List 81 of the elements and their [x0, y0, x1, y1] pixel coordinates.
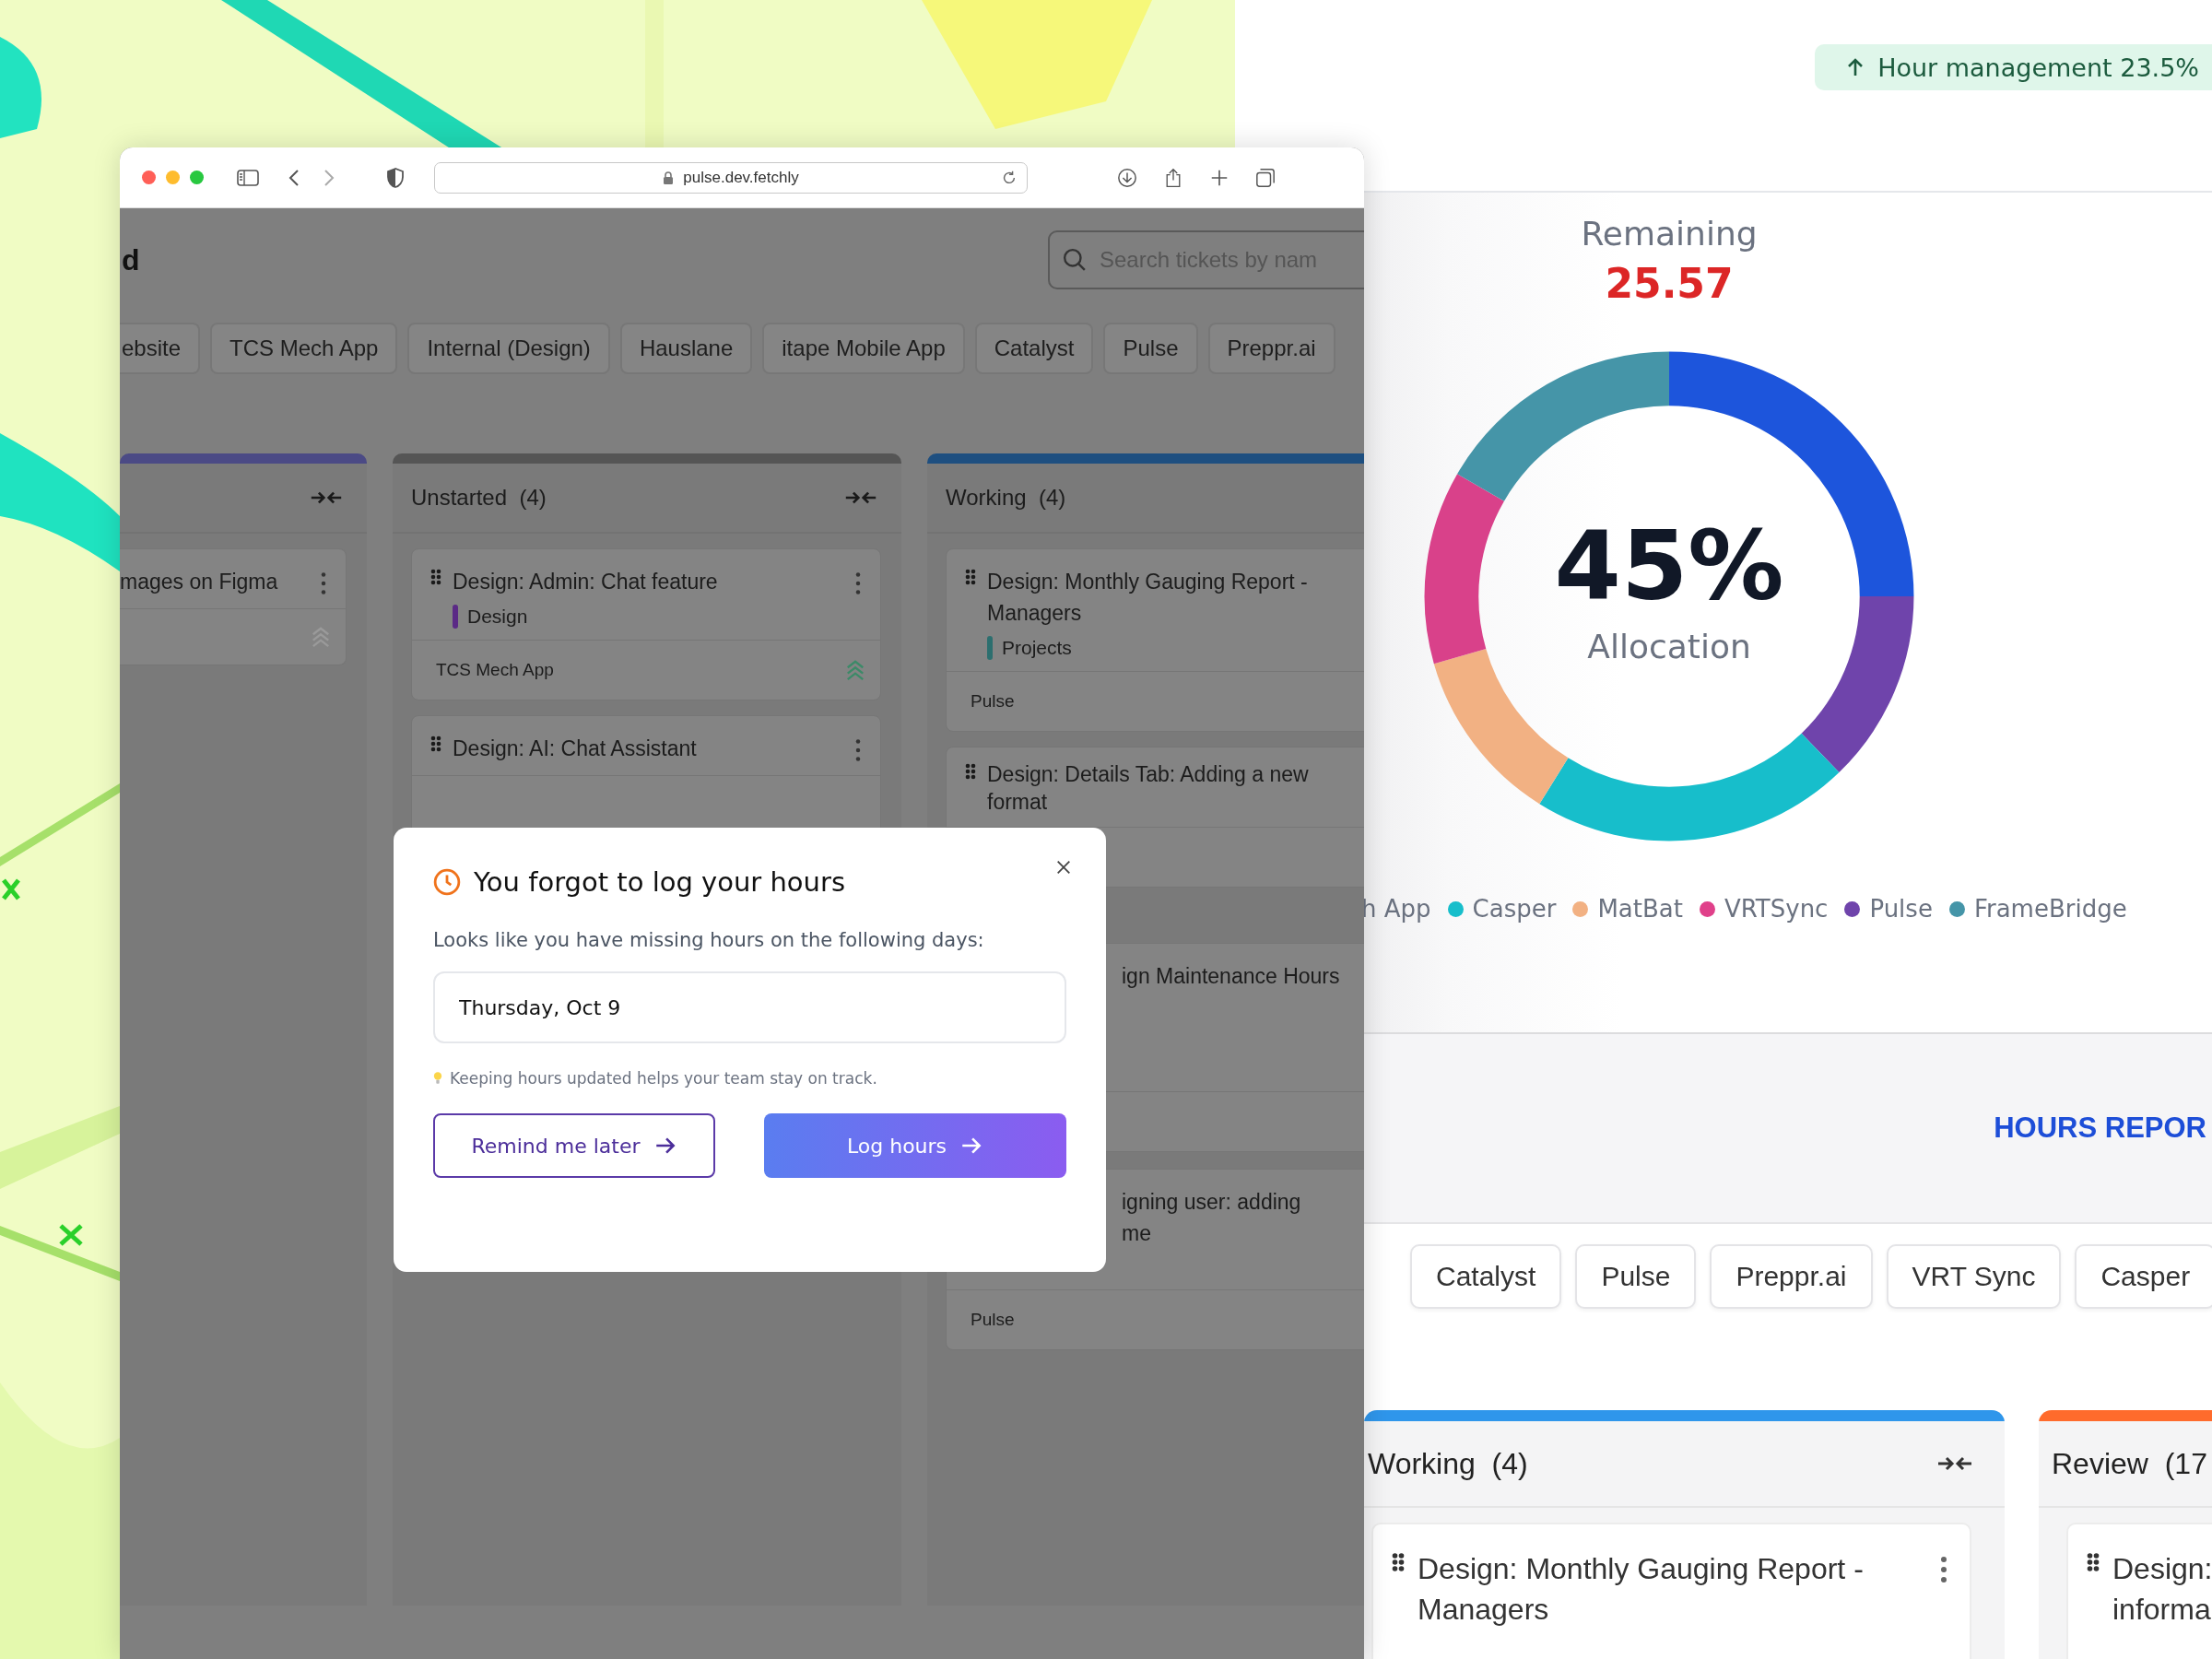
ticket-title: igning user: adding me [1122, 1189, 1302, 1247]
column-title: Unstarted (4) [411, 485, 547, 511]
drag-handle-icon[interactable] [965, 763, 976, 780]
ticket-title: Design: AI: Chat Assistant [453, 735, 698, 762]
badge-text: Hour management 23.5% [1877, 53, 2199, 82]
ticket-title: Design: informa [2112, 1551, 2212, 1628]
tag-label: Design [467, 606, 528, 628]
shield-icon[interactable] [386, 167, 405, 188]
project-tab[interactable]: Internal (Design) [407, 323, 610, 374]
address-bar[interactable]: pulse.dev.fetchly [434, 161, 1028, 194]
ticket-title: ign Maintenance Hours [1122, 963, 1341, 990]
ticket-title: Design: Details Tab: Adding a new format [987, 761, 1310, 816]
project-tab[interactable]: ebsite [120, 323, 201, 374]
project-tab[interactable]: Preppr.ai [1710, 1244, 1873, 1309]
project-name: Pulse [971, 1310, 1015, 1330]
project-tab[interactable]: TCS Mech App [210, 323, 398, 374]
ticket-title: Design: Monthly Gauging Report - Managers [1418, 1551, 1865, 1628]
remind-later-button[interactable]: Remind me later [433, 1113, 715, 1178]
ticket-card[interactable]: mages on Figma [120, 548, 347, 665]
column-title: Working (4) [1368, 1446, 1528, 1481]
project-tab[interactable]: Casper [2075, 1244, 2212, 1309]
more-icon[interactable] [320, 571, 327, 595]
allocation-value: 45% [1554, 509, 1784, 622]
project-tab[interactable]: Catalyst [974, 323, 1094, 374]
close-dot-icon[interactable] [142, 171, 156, 184]
minimize-dot-icon[interactable] [166, 171, 180, 184]
dialog-title: You forgot to log your hours [474, 866, 846, 898]
project-tab[interactable]: Hauslane [619, 323, 753, 374]
ticket-card[interactable]: Design: Monthly Gauging Report - Managers [1371, 1523, 1971, 1659]
legend-label: Casper [1472, 895, 1557, 924]
more-icon[interactable] [1940, 1556, 1947, 1583]
url-text: pulse.dev.fetchly [683, 168, 799, 187]
project-tab[interactable]: VRT Sync [1886, 1244, 2062, 1309]
project-tab[interactable]: Pulse [1575, 1244, 1697, 1309]
date-field[interactable]: Thursday, Oct 9 [433, 971, 1066, 1043]
ticket-card[interactable]: Design: Admin: Chat feature Design TCS Mech App [411, 548, 881, 700]
hint-text: Keeping hours updated helps your team stay on track. [450, 1069, 877, 1088]
clock-icon [433, 868, 461, 896]
lightbulb-icon [433, 1071, 442, 1086]
ticket-title: Design: Monthly Gauging Report - Managers [987, 569, 1309, 627]
reload-icon[interactable] [1001, 169, 1018, 186]
drag-handle-icon[interactable] [430, 569, 441, 585]
more-icon[interactable] [854, 571, 862, 595]
section-title: HOURS REPOR [1994, 1111, 2206, 1145]
legend-label: Pulse [1869, 895, 1933, 924]
lock-icon [663, 171, 675, 184]
close-icon[interactable] [1055, 859, 1072, 876]
drag-handle-icon[interactable] [430, 735, 441, 752]
project-name: TCS Mech App [436, 660, 554, 680]
project-tab[interactable]: Catalyst [1410, 1244, 1562, 1309]
remaining-value: 25.57 [1605, 260, 1734, 308]
column-title: Working (4) [946, 485, 1066, 511]
ticket-card[interactable]: Design: Monthly Gauging Report - Managers Projects Pulse [946, 548, 1364, 732]
project-tab[interactable]: Preppr.ai [1207, 323, 1335, 374]
collapse-icon[interactable] [1936, 1454, 1973, 1473]
sidebar-icon[interactable] [237, 167, 259, 188]
page-heading: d [122, 242, 140, 277]
legend-label: MatBat [1597, 895, 1683, 924]
column-title: Review (17 [2052, 1446, 2207, 1481]
remaining-label: Remaining [1581, 215, 1758, 253]
tabs-overview-icon[interactable] [1254, 167, 1277, 188]
search-icon [1063, 248, 1087, 272]
tag-label: Projects [1002, 637, 1072, 659]
project-tab[interactable]: Pulse [1103, 323, 1198, 374]
back-icon[interactable] [288, 168, 300, 187]
allocation-label: Allocation [1587, 627, 1751, 665]
legend-label: VRTSync [1724, 895, 1829, 924]
drag-handle-icon[interactable] [1392, 1552, 1405, 1572]
ticket-title: Design: Admin: Chat feature [453, 569, 719, 595]
log-hours-button[interactable]: Log hours [764, 1113, 1066, 1178]
download-icon[interactable] [1116, 167, 1138, 188]
project-tab[interactable]: itape Mobile App [762, 323, 965, 374]
ticket-title: mages on Figma [120, 569, 279, 595]
drag-handle-icon[interactable] [2087, 1552, 2100, 1572]
zoom-dot-icon[interactable] [190, 171, 204, 184]
project-name: Pulse [971, 691, 1015, 712]
legend-label: FrameBridge [1973, 895, 2127, 924]
ticket-card[interactable]: Design: informa [2066, 1523, 2212, 1659]
dialog-message: Looks like you have missing hours on the following days: [433, 929, 985, 951]
drag-handle-icon[interactable] [965, 569, 976, 585]
more-icon[interactable] [854, 738, 862, 762]
